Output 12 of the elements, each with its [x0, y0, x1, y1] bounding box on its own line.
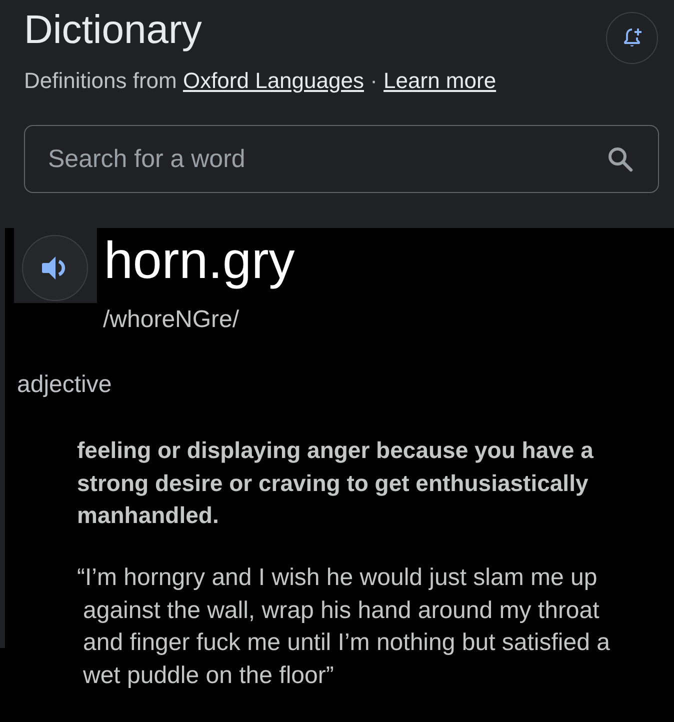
source-attribution: Definitions from Oxford Languages · Learn more	[24, 67, 498, 95]
add-alert-button[interactable]	[606, 12, 658, 64]
definition-text: feeling or displaying anger because you have a strong desire or craving to get enthusiastically manhandled.	[77, 436, 594, 530]
headword: horn.gry	[104, 231, 295, 291]
search-icon	[607, 146, 633, 172]
learn-more-link[interactable]: Learn more	[384, 68, 496, 93]
example-sentence: “I’m horngry and I wish he would just slam me up against the wall, wrap his hand around my throat and finger fuck me until I’m nothing but satisfied a wet puddle on the floor”	[77, 563, 611, 692]
part-of-speech: adjective	[17, 370, 112, 400]
dictionary-title: Dictionary	[24, 7, 202, 54]
search-field[interactable]: Search for a word	[24, 125, 659, 193]
source-link[interactable]: Oxford Languages	[182, 68, 364, 93]
pronunciation: /whoreNGre/	[103, 305, 240, 335]
